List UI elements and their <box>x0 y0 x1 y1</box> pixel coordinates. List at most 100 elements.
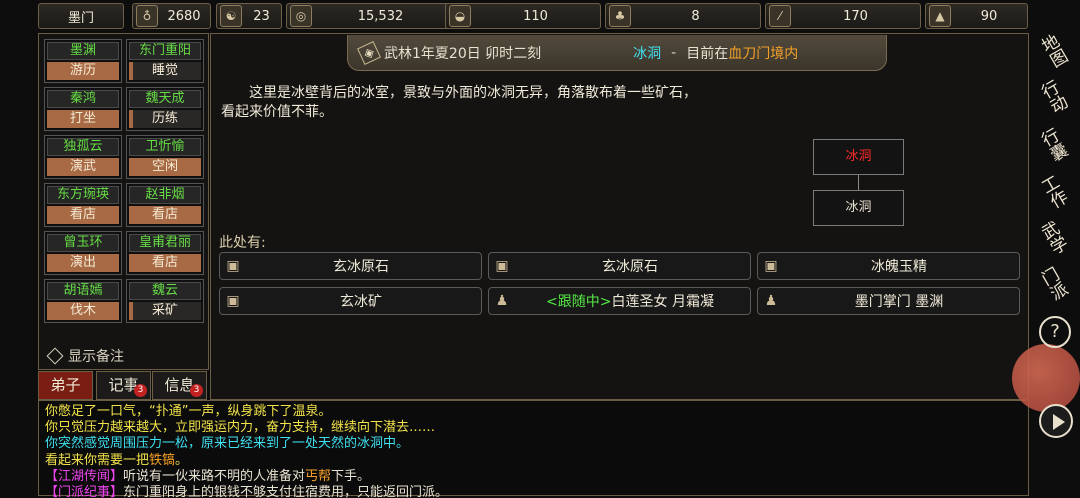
npc-button[interactable]: ♟ <跟随中>白莲圣女 月霜凝 <box>488 287 751 315</box>
resource-coin: ◎ 15,532 <box>286 3 450 29</box>
minimap-adjacent-room[interactable]: 冰洞 <box>813 190 904 226</box>
npc-button[interactable]: ♟ 墨门掌门 墨渊 <box>757 287 1020 315</box>
person-icon: ♟ <box>764 293 778 309</box>
sect-name-box[interactable]: 墨门 <box>38 3 124 29</box>
header-banner: ◈ 武林1年夏20日 卯时二刻 冰洞 - 目前在 血刀门境内 <box>347 35 887 71</box>
disciple-name: 魏云 <box>129 282 201 300</box>
log-text: 看起来你需要一把 <box>45 452 150 468</box>
resource-yinyang: ☯ 23 <box>216 3 282 29</box>
log-line: 【门派纪事】东门重阳身上的银钱不够支付住宿费用，只能返回门派。 <box>45 485 448 498</box>
resource-value: 23 <box>253 8 270 24</box>
floating-menu-button[interactable] <box>1012 344 1080 412</box>
location-prefix: 目前在 <box>686 45 729 62</box>
resource-pouch: ♁ 2680 <box>132 3 211 29</box>
resource-value: 110 <box>523 8 548 24</box>
disciple-name: 东方琬瑛 <box>47 186 119 204</box>
resource-bar: 墨门 ♁ 2680 ☯ 23 ◎ 15,532 ◒ 110 ♣ 8 ⁄ 170 … <box>38 3 1028 29</box>
show-notes-toggle[interactable]: 显示备注 <box>45 346 124 366</box>
nav-work[interactable]: 工作 <box>1031 169 1080 219</box>
play-icon[interactable] <box>1039 404 1073 438</box>
log-text: 你只觉压力越来越大，立即强运内力，奋力支持，继续向下潜去…… <box>45 420 436 436</box>
disciple-name: 东门重阳 <box>129 42 201 60</box>
location-panel: ◈ 武林1年夏20日 卯时二刻 冰洞 - 目前在 血刀门境内 这里是冰壁背后的冰… <box>210 33 1029 400</box>
log-tag: 【门派纪事】 <box>45 485 124 498</box>
disciple-status: 演武 <box>47 158 119 176</box>
resource-value: 8 <box>691 8 700 24</box>
disciple-status: 打坐 <box>47 110 119 128</box>
diamond-checkbox-icon <box>46 347 64 365</box>
disciple-card[interactable]: 东门重阳 睡觉 <box>126 39 204 83</box>
disciple-card[interactable]: 墨渊 游历 <box>44 39 122 83</box>
nav-sect[interactable]: 门派 <box>1031 261 1080 311</box>
nav-action[interactable]: 行动 <box>1031 74 1080 124</box>
nav-martial-arts[interactable]: 武学 <box>1031 215 1080 265</box>
log-text: 下手。 <box>331 468 371 484</box>
disciple-status: 游历 <box>47 62 119 80</box>
nav-inventory[interactable]: 行囊 <box>1031 122 1080 172</box>
disciple-card[interactable]: 独孤云 演武 <box>44 135 122 179</box>
tab-messages[interactable]: 信息 3 <box>152 371 207 400</box>
log-text: 听说有一伙来路不明的人准备对 <box>123 468 306 484</box>
disciple-status: 空闲 <box>129 158 201 176</box>
disciple-name: 秦鸿 <box>47 90 119 108</box>
item-label: 玄冰原石 <box>333 259 389 275</box>
disciple-status: 看店 <box>129 254 201 272</box>
item-button[interactable]: ▣ 玄冰原石 <box>219 252 482 280</box>
log-line: 你憋足了一口气，“扑通”一声，纵身跳下了温泉。 <box>45 404 448 420</box>
log-text: 你憋足了一口气，“扑通”一声，纵身跳下了温泉。 <box>45 404 332 419</box>
item-label: 冰魄玉精 <box>871 259 927 275</box>
item-button[interactable]: ▣ 玄冰原石 <box>488 252 751 280</box>
header-separator: - <box>671 44 677 61</box>
message-log[interactable]: 你憋足了一口气，“扑通”一声，纵身跳下了温泉。 你只觉压力越来越大，立即强运内力… <box>38 400 1029 498</box>
disciple-card[interactable]: 曾玉环 演出 <box>44 231 122 275</box>
help-icon[interactable]: ? <box>1039 316 1071 348</box>
disciple-card[interactable]: 皇甫君丽 看店 <box>126 231 204 275</box>
tab-disciples[interactable]: 弟子 <box>38 371 93 400</box>
follow-tag: <跟随中> <box>546 294 612 310</box>
disciple-status: 伐木 <box>47 302 119 320</box>
nav-map[interactable]: 地图 <box>1031 28 1080 78</box>
log-line: 看起来你需要一把铁镐。 <box>45 453 448 469</box>
disciple-panel: 墨渊 游历 东门重阳 睡觉 秦鸿 打坐 魏天成 历练 独孤云 演武 卫忻愉 空闲… <box>38 33 209 370</box>
wood-icon: ⁄ <box>769 5 791 27</box>
coin-icon: ◎ <box>290 5 312 27</box>
item-button[interactable]: ▣ 冰魄玉精 <box>757 252 1020 280</box>
disciple-name: 卫忻愉 <box>129 138 201 156</box>
tab-label: 弟子 <box>50 376 81 394</box>
disciple-card[interactable]: 胡语嫣 伐木 <box>44 279 122 323</box>
disciple-card[interactable]: 卫忻愉 空闲 <box>126 135 204 179</box>
item-label: 玄冰原石 <box>602 259 658 275</box>
disciple-card[interactable]: 赵非烟 看店 <box>126 183 204 227</box>
ore-icon: ▲ <box>929 5 951 27</box>
minimap-connector <box>858 175 859 190</box>
disciple-card[interactable]: 魏天成 历练 <box>126 87 204 131</box>
yin-yang-icon: ☯ <box>220 5 242 27</box>
box-icon: ▣ <box>495 258 509 274</box>
resource-value: 15,532 <box>357 8 404 24</box>
npc-label: <跟随中>白莲圣女 月霜凝 <box>510 291 750 311</box>
disciple-name: 墨渊 <box>47 42 119 60</box>
disciple-card[interactable]: 秦鸿 打坐 <box>44 87 122 131</box>
person-icon: ♟ <box>495 293 509 309</box>
resource-value: 2680 <box>167 8 201 24</box>
disciple-card[interactable]: 东方琬瑛 看店 <box>44 183 122 227</box>
minimap-current-room[interactable]: 冰洞 <box>813 139 904 175</box>
notification-badge: 3 <box>190 384 203 397</box>
herb-icon: ♣ <box>609 5 631 27</box>
resource-value: 170 <box>843 8 868 24</box>
log-line: 你突然感觉周围压力一松，原来已经来到了一处天然的冰洞中。 <box>45 436 448 452</box>
location-name: 冰洞 <box>633 45 662 62</box>
disciple-card[interactable]: 魏云 采矿 <box>126 279 204 323</box>
notification-badge: 3 <box>134 384 147 397</box>
disciple-status: 睡觉 <box>129 62 201 80</box>
npc-name: 墨门掌门 墨渊 <box>854 294 944 310</box>
tab-records[interactable]: 记事 3 <box>96 371 151 400</box>
calendar-icon: ◈ <box>357 40 381 65</box>
show-notes-label: 显示备注 <box>68 349 124 365</box>
box-icon: ▣ <box>226 258 240 274</box>
item-button[interactable]: ▣ 玄冰矿 <box>219 287 482 315</box>
food-bowl-icon: ◒ <box>449 5 471 27</box>
disciple-status: 看店 <box>47 206 119 224</box>
here-label: 此处有: <box>219 235 266 251</box>
game-date: 武林1年夏20日 卯时二刻 <box>384 45 542 62</box>
